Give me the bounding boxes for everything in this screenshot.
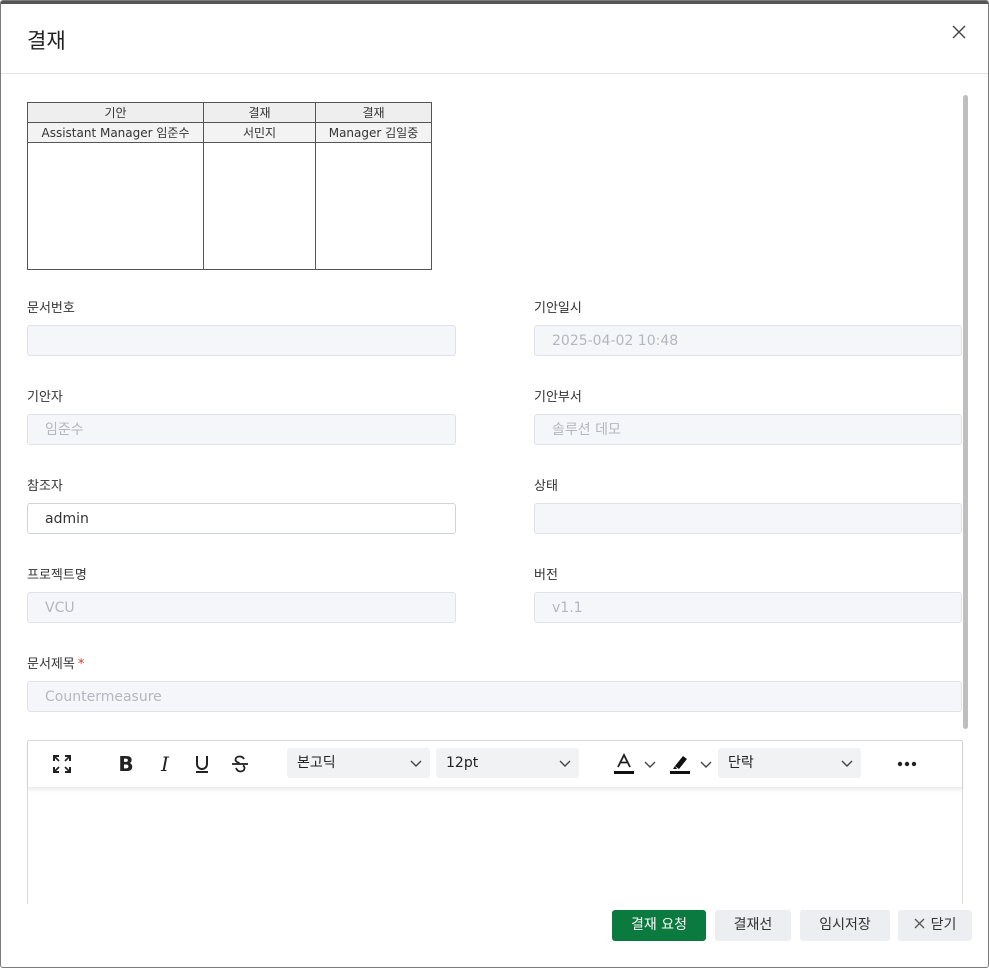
reference-input[interactable]: admin [27, 503, 456, 534]
status-field [534, 503, 962, 534]
approval-header-approve-1: 결재 [203, 102, 316, 123]
close-button[interactable]: 닫기 [898, 910, 972, 941]
paragraph-select[interactable]: 단락 [718, 748, 861, 778]
required-mark: * [77, 657, 85, 672]
doc-number-label: 문서번호 [27, 301, 75, 316]
doc-title-label: 문서제목 * [27, 653, 84, 672]
approver-name-drafter: Assistant Manager 임준수 [27, 122, 204, 143]
dialog-body[interactable]: 기안 결재 결재 Assistant Manager 임준수 서민지 Manag… [1, 74, 988, 904]
rich-text-editor[interactable]: B I 본고딕 12pt 단락 [27, 740, 963, 904]
signature-cell-1 [203, 142, 316, 270]
save-draft-button[interactable]: 임시저장 [800, 910, 890, 941]
dialog-header: 결재 [1, 1, 988, 74]
project-label: 프로젝트명 [27, 568, 87, 583]
font-size-select[interactable]: 12pt [436, 748, 579, 778]
font-family-select[interactable]: 본고딕 [287, 748, 430, 778]
approver-name-1: 서민지 [203, 122, 316, 143]
doc-title-field: Countermeasure [27, 681, 962, 712]
fullscreen-icon[interactable] [50, 750, 74, 778]
text-color-icon[interactable] [612, 750, 636, 778]
draft-date-label: 기안일시 [534, 301, 582, 316]
chevron-down-icon [410, 760, 422, 767]
doc-number-field [27, 325, 456, 356]
approver-name-2: Manager 김일중 [315, 122, 432, 143]
status-label: 상태 [534, 479, 558, 494]
chevron-down-icon [841, 760, 853, 767]
signature-cell-2 [315, 142, 432, 270]
close-icon [914, 918, 925, 929]
close-icon[interactable] [950, 23, 968, 41]
version-label: 버전 [534, 568, 558, 583]
close-button-label: 닫기 [930, 917, 957, 933]
editor-content-area[interactable] [28, 788, 962, 904]
strikethrough-icon[interactable] [228, 750, 252, 778]
text-color-dropdown-icon[interactable] [642, 750, 658, 778]
underline-icon[interactable] [190, 750, 214, 778]
draft-dept-field: 솔루션 데모 [534, 414, 962, 445]
draft-date-field: 2025-04-02 10:48 [534, 325, 962, 356]
approval-header-draft: 기안 [27, 102, 204, 123]
approval-stamp-table: 기안 결재 결재 Assistant Manager 임준수 서민지 Manag… [27, 102, 432, 270]
font-family-value: 본고딕 [297, 755, 336, 771]
highlight-dropdown-icon[interactable] [698, 750, 714, 778]
approval-header-approve-2: 결재 [315, 102, 432, 123]
more-options-icon[interactable] [894, 750, 920, 778]
approval-dialog: 결재 기안 결재 결재 Assistant Manager 임준수 서민지 Ma… [0, 0, 989, 968]
project-field: VCU [27, 592, 456, 623]
paragraph-value: 단락 [728, 755, 754, 771]
approval-line-button[interactable]: 결재선 [715, 910, 791, 941]
version-field: v1.1 [534, 592, 962, 623]
dialog-title: 결재 [27, 29, 66, 53]
vertical-scrollbar[interactable] [963, 95, 968, 729]
drafter-label: 기안자 [27, 390, 63, 405]
reference-label: 참조자 [27, 479, 63, 494]
highlight-icon[interactable] [668, 750, 692, 778]
chevron-down-icon [559, 760, 571, 767]
draft-dept-label: 기안부서 [534, 390, 582, 405]
bold-icon[interactable]: B [114, 750, 138, 778]
drafter-field: 임준수 [27, 414, 456, 445]
doc-title-label-text: 문서제목 [27, 657, 75, 672]
request-approval-button[interactable]: 결재 요청 [612, 910, 706, 941]
signature-cell-drafter [27, 142, 204, 270]
editor-toolbar: B I 본고딕 12pt 단락 [28, 741, 962, 788]
font-size-value: 12pt [446, 755, 479, 771]
italic-icon[interactable]: I [153, 750, 177, 778]
